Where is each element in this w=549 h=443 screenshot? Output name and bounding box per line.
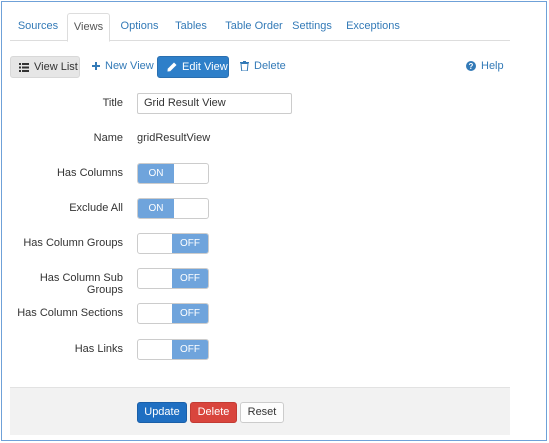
has-column-sections-label: Has Column Sections (17, 307, 123, 319)
edit-view-button[interactable]: Edit View (157, 56, 229, 78)
tab-sources[interactable]: Sources (10, 13, 66, 41)
tab-table-order[interactable]: Table Order (216, 13, 292, 41)
pencil-icon (167, 62, 177, 72)
has-columns-label: Has Columns (56, 167, 123, 179)
reset-button[interactable]: Reset (240, 402, 284, 423)
help-link[interactable]: ? Help (466, 56, 504, 78)
trash-icon (240, 61, 249, 72)
tab-tables[interactable]: Tables (168, 13, 214, 41)
view-list-label: View List (34, 61, 78, 73)
tab-settings[interactable]: Settings (288, 13, 336, 41)
has-links-label: Has Links (74, 343, 123, 355)
exclude-all-label: Exclude All (69, 202, 123, 214)
toggle-state: OFF (172, 340, 208, 359)
title-label: Title (102, 97, 123, 109)
new-view-button[interactable]: New View (92, 56, 154, 78)
has-column-groups-toggle[interactable]: OFF (137, 233, 209, 254)
tab-bar: Sources Views Options Tables Table Order… (10, 13, 510, 42)
list-icon (19, 62, 29, 72)
title-input[interactable]: Grid Result View (137, 93, 292, 114)
new-view-label: New View (105, 60, 154, 72)
name-label: Name (93, 132, 123, 144)
toggle-state: OFF (172, 304, 208, 323)
update-button[interactable]: Update (137, 402, 187, 423)
question-circle-icon: ? (466, 61, 476, 72)
has-columns-toggle[interactable]: ON (137, 163, 209, 184)
toggle-state: OFF (172, 269, 208, 288)
tab-options[interactable]: Options (111, 13, 168, 41)
tab-exceptions[interactable]: Exceptions (343, 13, 403, 41)
has-column-sections-toggle[interactable]: OFF (137, 303, 209, 324)
has-column-groups-label: Has Column Groups (23, 237, 123, 249)
has-column-sub-groups-toggle[interactable]: OFF (137, 268, 209, 289)
has-links-toggle[interactable]: OFF (137, 339, 209, 360)
delete-button[interactable]: Delete (190, 402, 237, 423)
edit-view-label: Edit View (182, 61, 228, 73)
toggle-state: OFF (172, 234, 208, 253)
tab-views[interactable]: Views (67, 13, 110, 42)
delete-view-label: Delete (254, 60, 286, 72)
help-label: Help (481, 60, 504, 72)
plus-icon (92, 62, 100, 71)
name-value: gridResultView (137, 132, 211, 144)
toggle-state: ON (138, 199, 174, 218)
toggle-state: ON (138, 164, 174, 183)
has-column-sub-groups-label: Has Column Sub Groups (39, 272, 123, 296)
view-list-button[interactable]: View List (10, 56, 80, 78)
delete-view-button[interactable]: Delete (240, 56, 286, 78)
svg-text:?: ? (469, 62, 474, 71)
exclude-all-toggle[interactable]: ON (137, 198, 209, 219)
